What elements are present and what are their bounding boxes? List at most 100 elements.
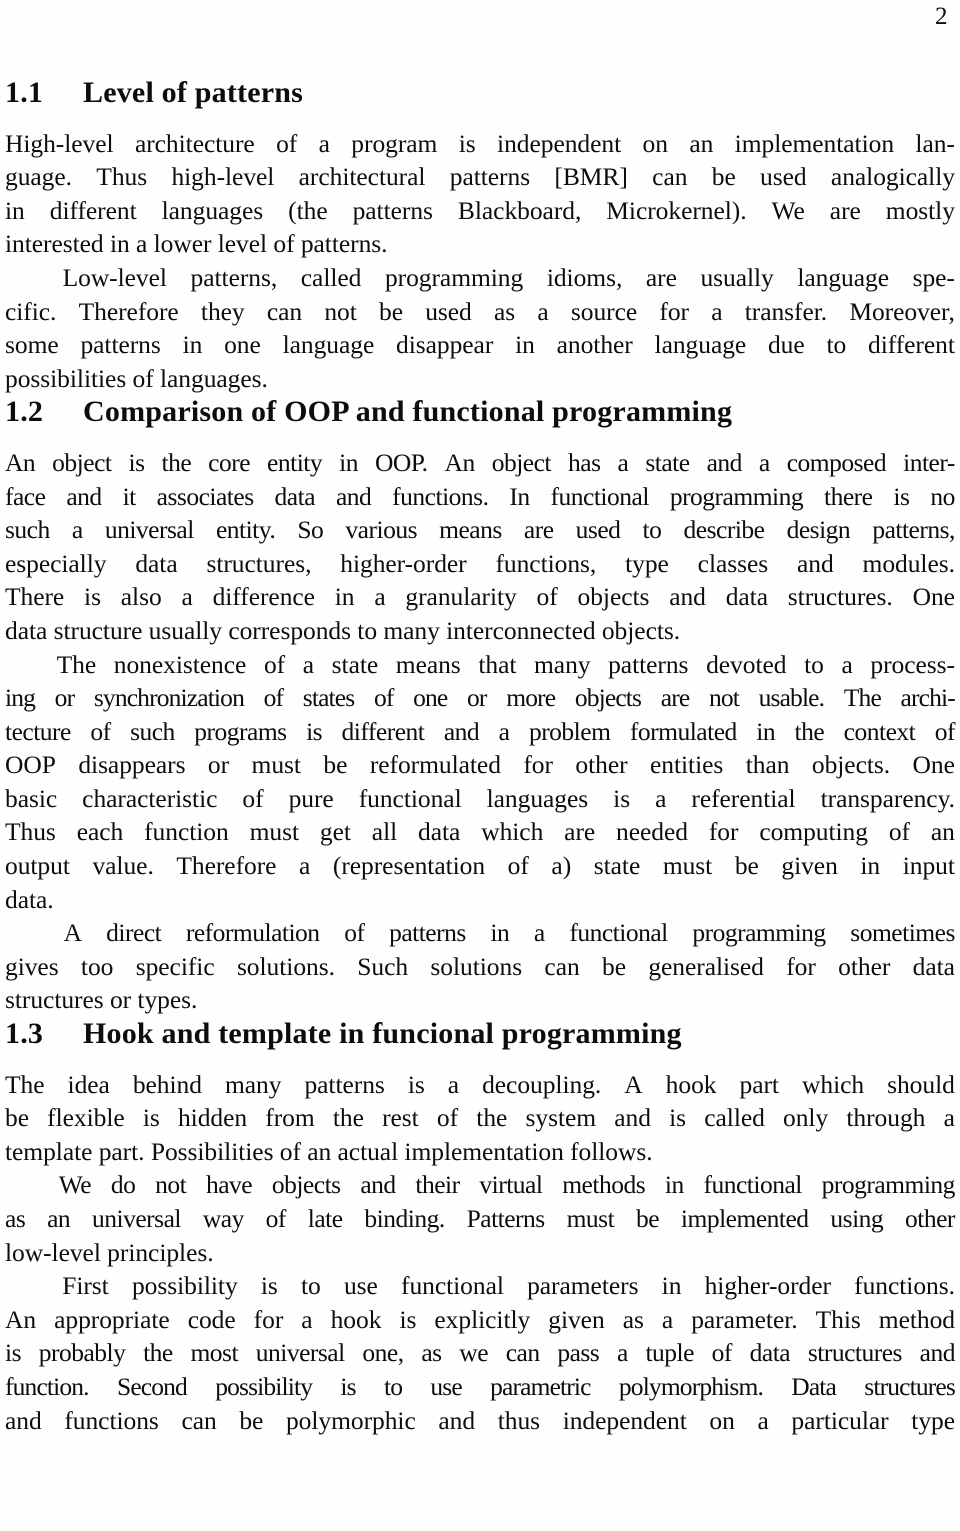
word: or [207,750,230,780]
word: independent [562,1405,687,1435]
word: language [282,330,375,360]
word: late [307,1204,343,1233]
word: describe [683,515,765,545]
word: difference [212,582,315,612]
word: or [54,683,75,713]
word: parametric [490,1371,591,1401]
word: object [491,447,552,477]
word: in [339,447,358,477]
word: in [334,582,355,612]
word: means [395,649,461,679]
word: other [838,951,891,981]
word: patterns, [872,515,955,545]
word: a [757,1405,769,1435]
word: polymorphic [285,1405,416,1435]
word: tuple [645,1338,694,1368]
word: language [797,262,889,292]
text-line: be flexible is hidden from the rest of the system… [5,1101,955,1135]
word: a [302,649,315,679]
word: design [786,515,851,545]
word: one, [362,1338,404,1368]
word: analogically [830,162,955,192]
word: can [652,162,688,192]
word: of [90,716,111,746]
word: function [144,817,229,847]
text-line: in different languages (the patterns Blackboa… [5,194,955,228]
word: The [843,683,882,713]
word: languages [161,195,264,225]
word: structures. [787,582,893,612]
word: a) [551,851,572,881]
text-line: The idea behind many patterns is a decoupling. A… [5,1068,955,1102]
word: each [76,817,124,847]
word: of [507,851,529,881]
word: inter- [903,447,955,477]
word: used [760,162,807,192]
word: objects [271,1170,341,1200]
word: of [263,649,286,679]
word: called [704,1103,765,1133]
word: many [534,649,591,679]
word: idioms, [546,262,623,292]
word: architecture [134,128,255,158]
word: An [444,447,476,477]
word: There [5,582,65,612]
word: in [756,716,776,746]
paragraph-1-3-2: We do not have objects and their virtual methods… [5,1168,955,1269]
word: Moreover, [849,296,955,326]
word: a [616,1338,628,1368]
section-heading-1-1: 1.1 Level of patterns [5,76,955,110]
word: functional [703,1170,802,1200]
word: especially [5,548,107,578]
word: parameter. [691,1304,798,1334]
word: explicitly [434,1304,531,1334]
section-number-1-3: 1.3 [5,1017,44,1051]
word: is [142,1103,160,1133]
word: only [783,1103,829,1133]
word: are [645,262,677,292]
word: referential [691,783,796,813]
text-line: ing or synchronization of states of one or more o… [5,681,956,715]
word: structures, [206,548,312,578]
word: behind [132,1069,202,1099]
word: than [745,750,790,780]
word: data [725,582,768,612]
word: different [49,195,137,225]
word: ing [5,683,36,713]
word: methods [562,1170,646,1200]
word: usually [700,262,774,292]
word: guage. [5,162,72,192]
word: the [794,716,825,746]
word: be [379,296,403,326]
word: patterns [389,918,466,948]
word: data [135,548,178,578]
word: Microkernel). [606,195,747,225]
word: Therefore [176,851,277,881]
text-line: The nonexistence of a state means that many patt… [5,648,955,682]
word: function. [5,1371,90,1401]
word: One [912,582,955,612]
word: of [436,1103,459,1133]
text-line: There is also a difference in a granularity of ob… [5,580,955,614]
word: for [708,817,739,847]
word: system [525,1103,597,1133]
word: and [443,716,480,746]
word: Second [116,1371,188,1401]
text-line: High-level architecture of a program is indepe… [5,127,955,161]
word: OOP [5,750,56,780]
word: use [430,1371,462,1401]
word: using [830,1204,884,1233]
word: A [624,1069,643,1099]
word: thus [497,1405,541,1435]
word: transfer. [744,296,828,326]
word: used [425,296,472,326]
word: solutions [430,951,523,981]
word: face [5,481,46,511]
word: entity. [215,515,276,545]
word: objects [577,582,650,612]
word: a [299,851,311,881]
paragraph-1-1-2: Low-level patterns, called programming idiom… [5,261,955,395]
word: be [734,851,759,881]
word: Thus [5,817,56,847]
word: This [815,1304,861,1334]
